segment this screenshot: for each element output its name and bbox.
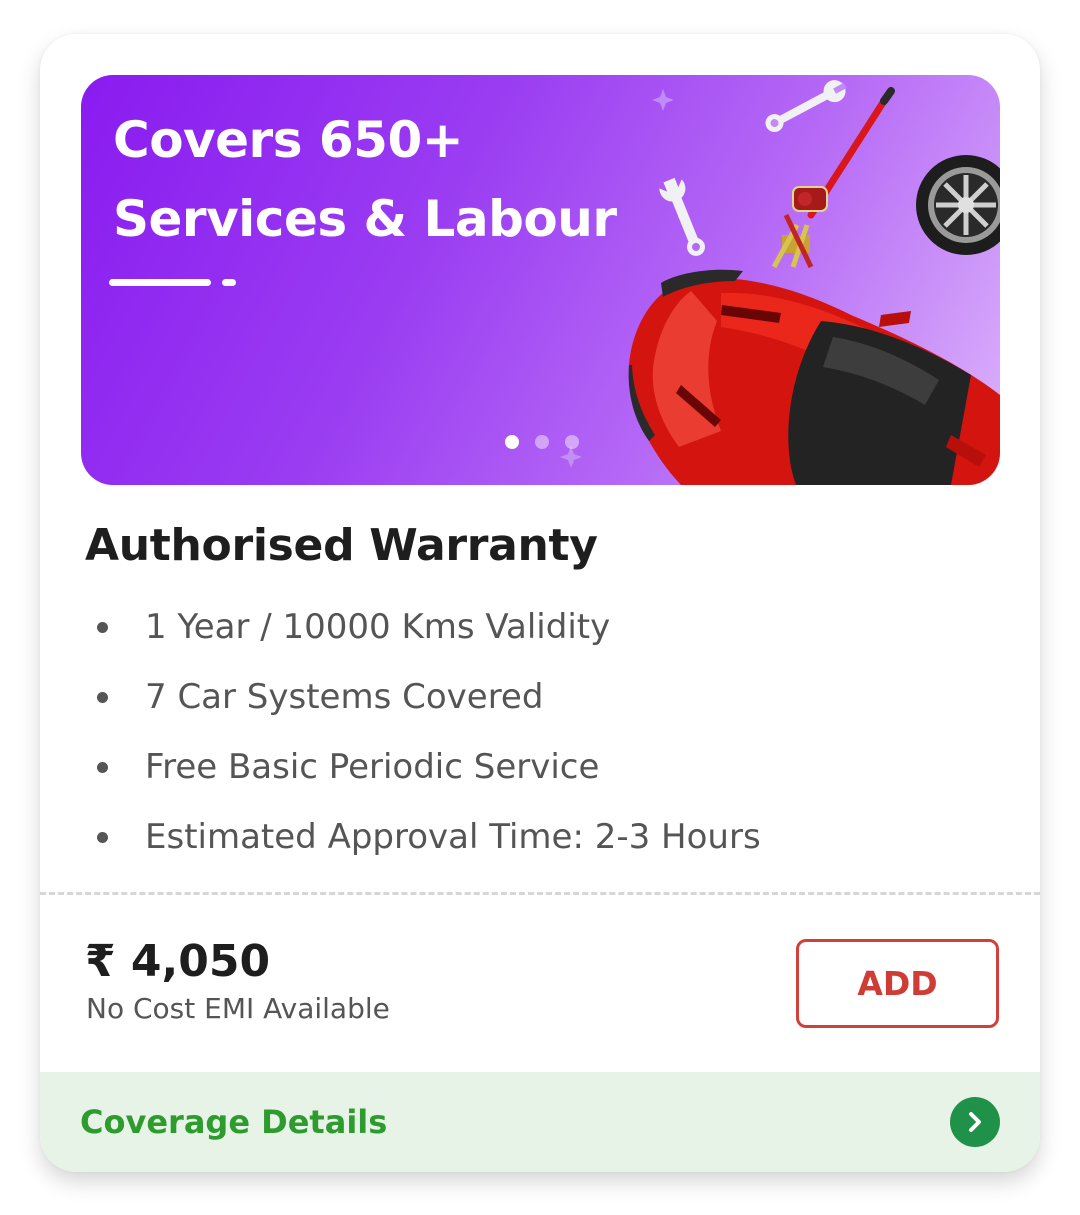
banner-line-1: Covers 650+ bbox=[113, 111, 464, 169]
feature-text: 7 Car Systems Covered bbox=[145, 677, 544, 717]
banner-underline bbox=[109, 279, 211, 286]
carousel-dot-3[interactable] bbox=[565, 435, 579, 449]
feature-item: 7 Car Systems Covered bbox=[85, 662, 761, 732]
carousel-dot-1[interactable] bbox=[505, 435, 519, 449]
feature-text: Free Basic Periodic Service bbox=[145, 747, 600, 787]
warranty-card: Covers 650+ Services & Labour Authorised… bbox=[40, 34, 1040, 1172]
coverage-details-label: Coverage Details bbox=[80, 1103, 388, 1141]
bullet-icon bbox=[97, 831, 108, 843]
feature-list: 1 Year / 10000 Kms Validity 7 Car System… bbox=[85, 592, 761, 872]
carousel-dot-2[interactable] bbox=[535, 435, 549, 449]
coverage-details-row[interactable]: Coverage Details bbox=[40, 1072, 1040, 1172]
bullet-icon bbox=[97, 621, 108, 633]
add-button[interactable]: ADD bbox=[796, 939, 999, 1028]
feature-text: 1 Year / 10000 Kms Validity bbox=[145, 607, 611, 647]
banner-underline-dot bbox=[222, 279, 236, 286]
price: ₹ 4,050 bbox=[85, 936, 271, 987]
bullet-icon bbox=[97, 691, 108, 703]
banner-headline: Covers 650+ Services & Labour bbox=[113, 101, 617, 259]
banner-line-2: Services & Labour bbox=[113, 190, 617, 248]
dashed-divider bbox=[40, 892, 1040, 895]
bullet-icon bbox=[97, 761, 108, 773]
emi-note: No Cost EMI Available bbox=[86, 992, 390, 1025]
promo-banner[interactable]: Covers 650+ Services & Labour bbox=[81, 75, 1000, 485]
feature-item: Estimated Approval Time: 2-3 Hours bbox=[85, 802, 761, 872]
chevron-right-icon[interactable] bbox=[950, 1097, 1000, 1147]
carousel-indicator bbox=[505, 435, 579, 449]
product-title: Authorised Warranty bbox=[85, 520, 598, 571]
feature-item: 1 Year / 10000 Kms Validity bbox=[85, 592, 761, 662]
feature-text: Estimated Approval Time: 2-3 Hours bbox=[145, 817, 761, 857]
feature-item: Free Basic Periodic Service bbox=[85, 732, 761, 802]
